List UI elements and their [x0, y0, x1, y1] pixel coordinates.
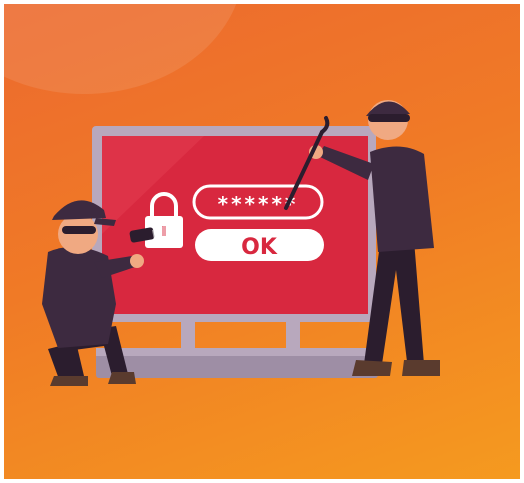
ok-button: OK — [195, 229, 324, 261]
illustration-frame: ****** OK — [4, 4, 520, 479]
hacker-illustration: ****** OK — [42, 100, 440, 386]
monitor-stand — [96, 317, 378, 378]
ok-button-label: OK — [241, 235, 278, 260]
